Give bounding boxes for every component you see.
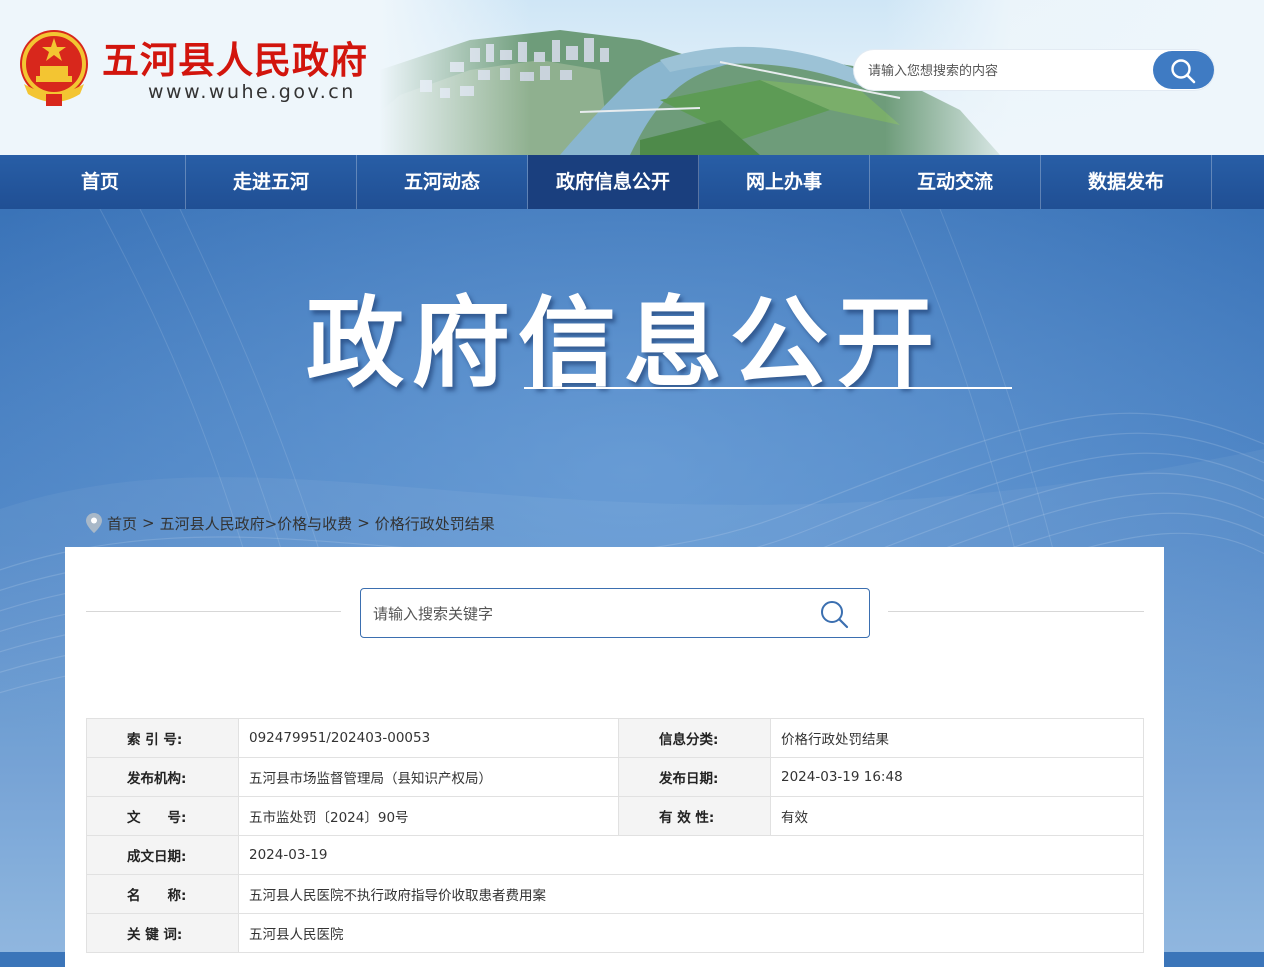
validity-value: 有效: [770, 796, 1144, 836]
keyword-search-input[interactable]: [371, 589, 805, 639]
doc-name-label: 名 称:: [86, 874, 239, 914]
doc-number-label: 文 号:: [86, 796, 239, 836]
breadcrumb-level3[interactable]: 价格行政处罚结果: [375, 513, 495, 534]
publish-date-label: 发布日期:: [618, 757, 771, 797]
table-row: 发布机构: 五河县市场监督管理局（县知识产权局） 发布日期: 2024-03-1…: [86, 757, 1144, 797]
site-title[interactable]: 五河县人民政府: [102, 30, 368, 84]
nav-item-data-release[interactable]: 数据发布: [1041, 155, 1212, 209]
breadcrumb-home[interactable]: 首页: [107, 513, 137, 534]
search-divider-left: [86, 611, 341, 612]
doc-name-value: 五河县人民医院不执行政府指导价收取患者费用案: [238, 874, 1144, 914]
info-category-value: 价格行政处罚结果: [770, 718, 1144, 758]
banner-divider: [524, 387, 1012, 389]
info-category-label: 信息分类:: [618, 718, 771, 758]
keywords-label: 关 键 词:: [86, 913, 239, 953]
nav-item-news[interactable]: 五河动态: [357, 155, 528, 209]
document-info-table: 索 引 号: 092479951/202403-00053 信息分类: 价格行政…: [86, 718, 1144, 953]
nav-item-about[interactable]: 走进五河: [186, 155, 357, 209]
nav-item-interaction[interactable]: 互动交流: [870, 155, 1041, 209]
header-search-button[interactable]: [1153, 51, 1214, 89]
table-row: 索 引 号: 092479951/202403-00053 信息分类: 价格行政…: [86, 718, 1144, 758]
nav-item-online-services[interactable]: 网上办事: [699, 155, 870, 209]
publish-date-value: 2024-03-19 16:48: [770, 757, 1144, 797]
created-date-value: 2024-03-19: [238, 835, 1144, 875]
content-panel: 索 引 号: 092479951/202403-00053 信息分类: 价格行政…: [65, 547, 1164, 967]
publisher-label: 发布机构:: [86, 757, 239, 797]
banner-title: 政府信息公开: [306, 287, 943, 401]
site-header: 五河县人民政府 www.wuhe.gov.cn: [0, 0, 1264, 155]
table-row: 关 键 词: 五河县人民医院: [86, 913, 1144, 953]
location-pin-icon: [86, 513, 102, 533]
table-row: 文 号: 五市监处罚〔2024〕90号 有 效 性: 有效: [86, 796, 1144, 836]
table-row: 名 称: 五河县人民医院不执行政府指导价收取患者费用案: [86, 874, 1144, 914]
header-search-box: [854, 50, 1214, 92]
table-row: 成文日期: 2024-03-19: [86, 835, 1144, 875]
doc-number-value: 五市监处罚〔2024〕90号: [238, 796, 619, 836]
main-nav: 首页 走进五河 五河动态 政府信息公开 网上办事 互动交流 数据发布: [0, 155, 1264, 209]
index-number-label: 索 引 号:: [86, 718, 239, 758]
breadcrumb: 首页 > 五河县人民政府 >价格与收费 > 价格行政处罚结果: [86, 512, 495, 534]
keyword-search-box: [360, 588, 870, 639]
validity-label: 有 效 性:: [618, 796, 771, 836]
nav-item-home[interactable]: 首页: [15, 155, 186, 209]
breadcrumb-separator: >: [142, 514, 155, 532]
search-icon[interactable]: [819, 599, 849, 629]
search-icon: [1171, 59, 1196, 84]
search-divider-right: [888, 611, 1144, 612]
index-number-value: 092479951/202403-00053: [238, 718, 619, 758]
keywords-value: 五河县人民医院: [238, 913, 1144, 953]
site-url: www.wuhe.gov.cn: [148, 81, 356, 103]
breadcrumb-level2[interactable]: >价格与收费: [265, 513, 353, 534]
publisher-value: 五河县市场监督管理局（县知识产权局）: [238, 757, 619, 797]
nav-item-info-disclosure[interactable]: 政府信息公开: [528, 155, 699, 209]
national-emblem-icon: [20, 30, 88, 106]
header-search-input[interactable]: [866, 50, 1140, 92]
breadcrumb-separator: >: [357, 514, 370, 532]
breadcrumb-level1[interactable]: 五河县人民政府: [160, 513, 265, 534]
created-date-label: 成文日期:: [86, 835, 239, 875]
